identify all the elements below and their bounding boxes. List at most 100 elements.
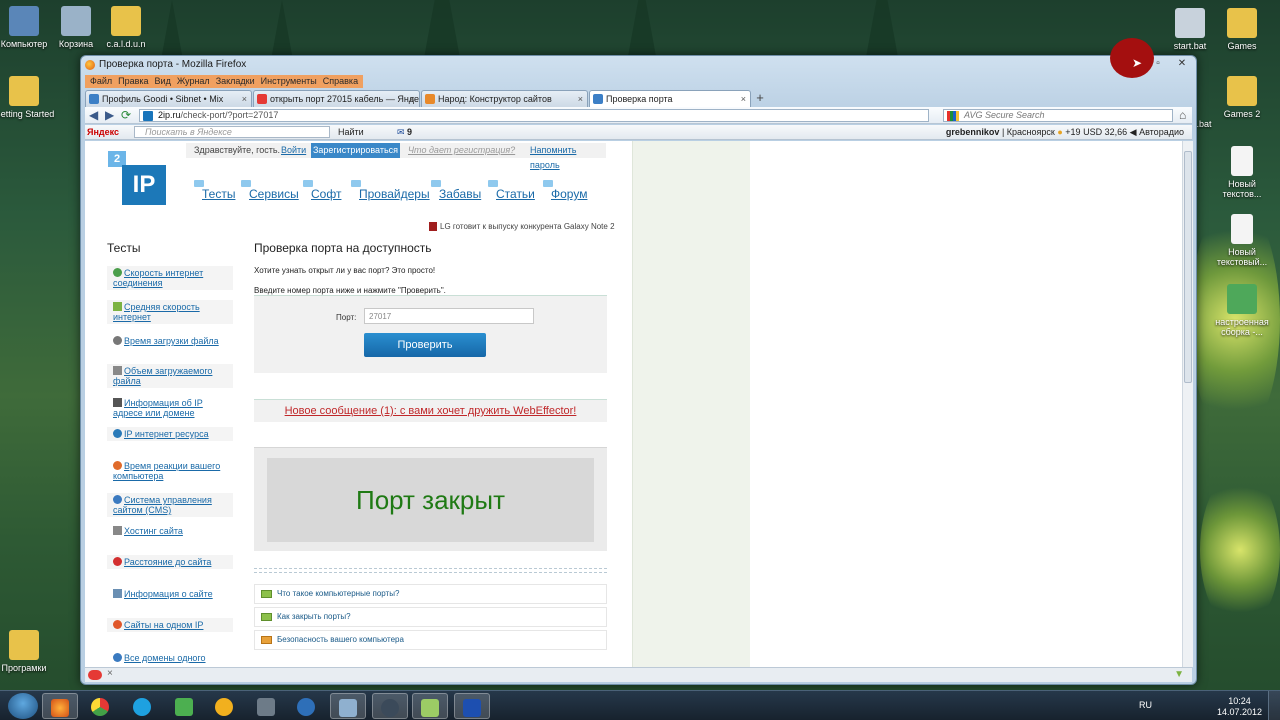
desktop-icon-games[interactable]: Games [1210, 8, 1274, 51]
clock[interactable]: 10:24 14.07.2012 [1217, 696, 1262, 718]
taskbar-app-a[interactable] [206, 693, 242, 719]
menu-history[interactable]: Журнал [174, 75, 213, 88]
nav-articles[interactable]: Статьи [488, 180, 535, 201]
nav-tests[interactable]: Тесты [193, 180, 235, 201]
window-titlebar[interactable]: Проверка порта - Mozilla Firefox – ▫ ✕ [81, 56, 1196, 74]
sidebar-item-hosting[interactable]: Хостинг сайта [107, 524, 233, 538]
taskbar-chrome[interactable] [82, 693, 118, 719]
sidebar-item-ip-resource[interactable]: IP интернет ресурса [107, 427, 233, 441]
yandex-user[interactable]: grebennikov [946, 127, 1000, 137]
taskbar-skype[interactable] [124, 693, 160, 719]
webeffector-message-link[interactable]: Новое сообщение (1): с вами хочет дружит… [254, 399, 607, 422]
desktop-icon-build[interactable]: настроенная сборка -... [1210, 284, 1274, 337]
login-link[interactable]: Войти [281, 143, 306, 158]
yandex-find-button[interactable]: Найти [338, 125, 364, 139]
tab-close-icon[interactable]: × [410, 91, 415, 107]
download-arrow-icon[interactable]: ▼ [1174, 669, 1184, 680]
tab-yandex-search[interactable]: открыть порт 27015 кабель — Яндекс... × [253, 90, 420, 107]
home-button-icon[interactable]: ⌂ [1179, 108, 1186, 122]
menu-help[interactable]: Справка [320, 75, 361, 88]
nav-fun[interactable]: Забавы [430, 180, 481, 201]
sidebar-item-download-time[interactable]: Время загрузки файла [107, 334, 233, 348]
sidebar-item-avg-speed[interactable]: Средняя скорость интернет [107, 300, 233, 324]
taskbar-app-green[interactable] [412, 693, 448, 719]
computer-icon [9, 6, 39, 36]
taskbar-utorrent[interactable] [166, 693, 202, 719]
temperature[interactable]: +19 [1065, 127, 1080, 137]
taskbar-firefox[interactable] [42, 693, 78, 719]
tab-close-icon[interactable]: × [578, 91, 583, 107]
port-input[interactable] [364, 308, 534, 324]
faq-link-close-ports[interactable]: Как закрыть порты? [254, 607, 607, 627]
home-icon[interactable]: ⟳ [121, 108, 131, 122]
addon-icon[interactable] [88, 670, 102, 680]
faq-link-security[interactable]: Безопасность вашего компьютера [254, 630, 607, 650]
scrollbar-thumb[interactable] [1184, 151, 1192, 383]
page-title: Проверка порта на доступность [254, 241, 432, 255]
why-register-link[interactable]: Что дает регистрация? [408, 143, 515, 158]
taskbar-steam[interactable] [372, 693, 408, 719]
start-button[interactable] [8, 693, 38, 719]
desktop-icon-getting-started[interactable]: Getting Started [0, 76, 56, 119]
taskbar-app-bolt[interactable] [288, 693, 324, 719]
yandex-search-input[interactable]: Поискать в Яндексе [134, 126, 330, 138]
taskbar-app-blue[interactable] [454, 693, 490, 719]
sidebar-item-ip-info[interactable]: Информация об IP адресе или домене [107, 396, 233, 420]
url-bar[interactable]: 2ip.ru/check-port/?port=27017 [139, 109, 929, 122]
sidebar-title: Тесты [107, 241, 141, 255]
new-tab-button[interactable]: + [752, 90, 768, 106]
forward-arrow-icon[interactable]: ▶ [105, 108, 114, 122]
show-desktop-button[interactable] [1268, 691, 1280, 720]
register-button[interactable]: Зарегистрироваться [311, 143, 400, 158]
taskbar-app-network[interactable] [330, 693, 366, 719]
tab-profile[interactable]: Профиль Goodi • Sibnet • Mix × [85, 90, 252, 107]
tab-close-icon[interactable]: × [242, 91, 247, 107]
nav-providers[interactable]: Провайдеры [351, 180, 430, 201]
sidebar-item-reaction[interactable]: Время реакции вашего компьютера [107, 459, 233, 483]
tab-close-icon[interactable]: × [741, 91, 746, 107]
lg-news-icon [429, 222, 437, 232]
promo-link[interactable]: LG готовит к выпуску конкурента Galaxy N… [429, 222, 615, 232]
remind-password-link[interactable]: Напомнить пароль [530, 143, 606, 173]
sidebar-item-speed[interactable]: Скорость интернет соединения [107, 266, 233, 290]
sidebar-item-distance[interactable]: Расстояние до сайта [107, 555, 233, 569]
menu-view[interactable]: Вид [152, 75, 174, 88]
radio-label[interactable]: Авторадио [1139, 127, 1184, 137]
menu-edit[interactable]: Правка [115, 75, 151, 88]
desktop-icon-programs[interactable]: Програмки [0, 630, 56, 673]
sidebar-item-same-ip[interactable]: Сайты на одном IP [107, 618, 233, 632]
menu-tools[interactable]: Инструменты [258, 75, 320, 88]
back-arrow-icon[interactable]: ◀ [89, 108, 98, 122]
mail-icon[interactable]: ✉ [397, 125, 405, 139]
domains-icon [113, 653, 122, 662]
desktop-icon-new-text-1[interactable]: Новый текстов... [1210, 146, 1274, 199]
check-button[interactable]: Проверить [364, 333, 486, 357]
tab-narod[interactable]: Народ: Конструктор сайтов × [421, 90, 588, 107]
language-indicator[interactable]: RU [1139, 700, 1152, 710]
sidebar-item-all-domains[interactable]: Все домены одного [107, 651, 233, 665]
menu-bookmarks[interactable]: Закладки [213, 75, 258, 88]
taskbar-app-monitor[interactable] [248, 693, 284, 719]
sidebar-item-cms[interactable]: Система управления сайтом (CMS) [107, 493, 233, 517]
site-logo[interactable]: 2 IP [108, 151, 168, 207]
desktop-icon-games-2[interactable]: Games 2 [1210, 76, 1274, 119]
desktop-icon-caldun[interactable]: c.a.l.d.u.n [94, 6, 158, 49]
close-button[interactable]: ✕ [1170, 56, 1194, 72]
nav-soft[interactable]: Софт [302, 180, 341, 201]
lock-icon [261, 636, 272, 644]
currency-rate[interactable]: USD 32,66 [1083, 127, 1127, 137]
menu-file[interactable]: Файл [87, 75, 115, 88]
city-label[interactable]: Красноярск [1007, 127, 1055, 137]
yandex-logo[interactable]: Яндекс [87, 125, 119, 139]
desktop-icon-new-text-2[interactable]: Новый текстовый... [1210, 214, 1274, 267]
close-addon-bar-icon[interactable]: × [107, 668, 113, 679]
nav-services[interactable]: Сервисы [241, 180, 299, 201]
recycle-bin-icon [61, 6, 91, 36]
vertical-scrollbar[interactable] [1182, 141, 1193, 667]
sidebar-item-site-info[interactable]: Информация о сайте [107, 587, 233, 601]
search-input[interactable]: AVG Secure Search [943, 109, 1173, 122]
sidebar-item-file-size[interactable]: Объем загружаемого файла [107, 364, 233, 388]
nav-forum[interactable]: Форум [542, 180, 587, 201]
tab-port-check[interactable]: Проверка порта × [589, 90, 751, 107]
faq-link-ports[interactable]: Что такое компьютерные порты? [254, 584, 607, 604]
